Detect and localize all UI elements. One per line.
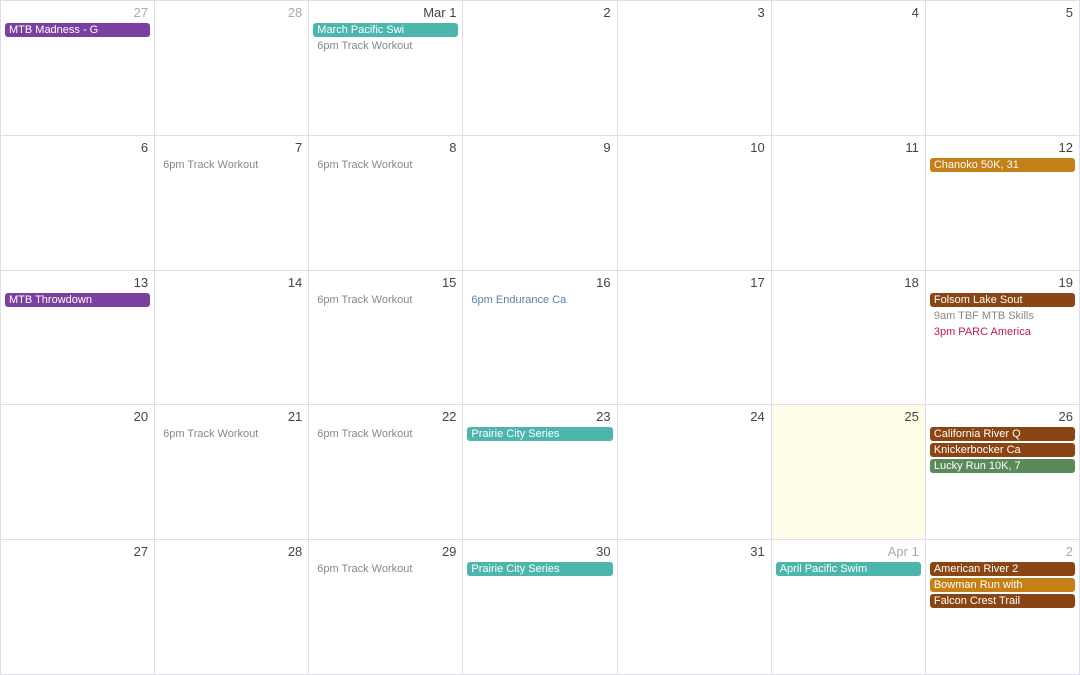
day-number: 2 [467,5,612,20]
day-cell-w1-d5[interactable]: 11 [772,136,926,271]
event-w2-d0-e0[interactable]: MTB Throwdown [5,293,150,307]
event-w2-d3-e0[interactable]: 6pm Endurance Ca [467,293,612,307]
day-cell-w2-d5[interactable]: 18 [772,271,926,406]
day-number: Mar 1 [313,5,458,20]
day-number: 15 [313,275,458,290]
day-number: 10 [622,140,767,155]
event-w3-d1-e0[interactable]: 6pm Track Workout [159,427,304,441]
day-cell-w1-d1[interactable]: 7 6pm Track Workout [155,136,309,271]
day-number: 27 [5,544,150,559]
day-number: 27 [5,5,150,20]
event-w2-d6-e0[interactable]: Folsom Lake Sout [930,293,1075,307]
day-number: 29 [313,544,458,559]
day-number: 6 [5,140,150,155]
day-cell-w0-d6[interactable]: 5 [926,1,1080,136]
day-cell-w2-d3[interactable]: 16 6pm Endurance Ca [463,271,617,406]
event-w4-d6-e2[interactable]: Falcon Crest Trail [930,594,1075,608]
event-w2-d6-e2[interactable]: 3pm PARC America [930,325,1075,339]
event-w2-d6-e1[interactable]: 9am TBF MTB Skills [930,309,1075,323]
day-cell-w0-d0[interactable]: 27 MTB Madness - G [1,1,155,136]
calendar-grid: 27MTB Madness - G28Mar 1March Pacific Sw… [1,0,1080,675]
day-cell-w2-d2[interactable]: 15 6pm Track Workout [309,271,463,406]
day-cell-w0-d1[interactable]: 28 [155,1,309,136]
day-number: 21 [159,409,304,424]
calendar-view: 27MTB Madness - G28Mar 1March Pacific Sw… [0,0,1080,675]
day-cell-w0-d3[interactable]: 2 [463,1,617,136]
event-w0-d0-e0[interactable]: MTB Madness - G [5,23,150,37]
event-w3-d6-e2[interactable]: Lucky Run 10K, 7 [930,459,1075,473]
event-w1-d2-e0[interactable]: 6pm Track Workout [313,158,458,172]
day-cell-w3-d2[interactable]: 22 6pm Track Workout [309,405,463,540]
day-number: 17 [622,275,767,290]
day-cell-w2-d4[interactable]: 17 [618,271,772,406]
day-cell-w3-d5[interactable]: 25 [772,405,926,540]
day-cell-w4-d5[interactable]: Apr 1 April Pacific Swim [772,540,926,675]
day-number: 5 [930,5,1075,20]
day-cell-w4-d6[interactable]: 2 American River 2 Bowman Run with Falcon C… [926,540,1080,675]
day-number: 7 [159,140,304,155]
day-cell-w0-d5[interactable]: 4 [772,1,926,136]
event-w4-d5-e0[interactable]: April Pacific Swim [776,562,921,576]
day-number: 2 [930,544,1075,559]
day-cell-w1-d4[interactable]: 10 [618,136,772,271]
day-cell-w3-d6[interactable]: 26 California River Q Knickerbocker Ca Luck… [926,405,1080,540]
event-w4-d3-e0[interactable]: Prairie City Series [467,562,612,576]
day-cell-w0-d4[interactable]: 3 [618,1,772,136]
day-cell-w1-d2[interactable]: 8 6pm Track Workout [309,136,463,271]
day-cell-w3-d4[interactable]: 24 [618,405,772,540]
day-number: 3 [622,5,767,20]
day-cell-w1-d0[interactable]: 6 [1,136,155,271]
event-w0-d2-e1[interactable]: 6pm Track Workout [313,39,458,53]
day-cell-w4-d2[interactable]: 29 6pm Track Workout [309,540,463,675]
day-cell-w2-d1[interactable]: 14 [155,271,309,406]
day-number: 12 [930,140,1075,155]
day-number: 28 [159,5,304,20]
event-w3-d3-e0[interactable]: Prairie City Series [467,427,612,441]
day-number: 16 [467,275,612,290]
day-number: 30 [467,544,612,559]
day-number: 9 [467,140,612,155]
day-number: 19 [930,275,1075,290]
day-number: 25 [776,409,921,424]
event-w3-d6-e0[interactable]: California River Q [930,427,1075,441]
day-number: 13 [5,275,150,290]
event-w1-d6-e0[interactable]: Chanoko 50K, 31 [930,158,1075,172]
day-number: 31 [622,544,767,559]
day-number: 20 [5,409,150,424]
day-number: 22 [313,409,458,424]
day-cell-w0-d2[interactable]: Mar 1 March Pacific Swi 6pm Track Workout [309,1,463,136]
day-number: 23 [467,409,612,424]
day-cell-w1-d3[interactable]: 9 [463,136,617,271]
event-w3-d6-e1[interactable]: Knickerbocker Ca [930,443,1075,457]
day-cell-w2-d0[interactable]: 13 MTB Throwdown [1,271,155,406]
day-cell-w3-d1[interactable]: 21 6pm Track Workout [155,405,309,540]
event-w0-d2-e0[interactable]: March Pacific Swi [313,23,458,37]
event-w4-d6-e0[interactable]: American River 2 [930,562,1075,576]
day-number: 4 [776,5,921,20]
day-cell-w4-d0[interactable]: 27 [1,540,155,675]
day-number: Apr 1 [776,544,921,559]
day-number: 14 [159,275,304,290]
day-cell-w4-d1[interactable]: 28 [155,540,309,675]
event-w4-d6-e1[interactable]: Bowman Run with [930,578,1075,592]
day-number: 26 [930,409,1075,424]
day-number: 8 [313,140,458,155]
day-cell-w3-d3[interactable]: 23 Prairie City Series [463,405,617,540]
day-cell-w3-d0[interactable]: 20 [1,405,155,540]
day-number: 28 [159,544,304,559]
day-number: 11 [776,140,921,155]
day-cell-w4-d4[interactable]: 31 [618,540,772,675]
event-w1-d1-e0[interactable]: 6pm Track Workout [159,158,304,172]
event-w3-d2-e0[interactable]: 6pm Track Workout [313,427,458,441]
day-number: 18 [776,275,921,290]
event-w2-d2-e0[interactable]: 6pm Track Workout [313,293,458,307]
day-cell-w2-d6[interactable]: 19 Folsom Lake Sout 9am TBF MTB Skills 3pm … [926,271,1080,406]
event-w4-d2-e0[interactable]: 6pm Track Workout [313,562,458,576]
day-cell-w4-d3[interactable]: 30 Prairie City Series [463,540,617,675]
day-number: 24 [622,409,767,424]
day-cell-w1-d6[interactable]: 12 Chanoko 50K, 31 [926,136,1080,271]
